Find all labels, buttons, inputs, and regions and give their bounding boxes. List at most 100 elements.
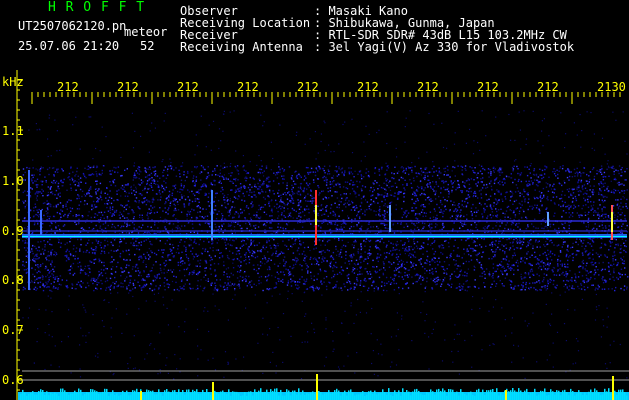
noise-speckle (303, 189, 305, 191)
noise-speckle (387, 206, 389, 208)
noise-speckle (440, 192, 442, 194)
noise-speckle (349, 282, 352, 285)
noise-speckle (124, 280, 126, 282)
noise-speckle (562, 280, 565, 282)
noise-speckle (175, 281, 177, 284)
noise-speckle (547, 249, 549, 252)
noise-speckle (140, 287, 142, 289)
noise-speckle (505, 210, 508, 212)
noise-speckle (587, 195, 590, 198)
noise-speckle (467, 286, 469, 288)
noise-speckle (305, 177, 307, 179)
noise-speckle (117, 166, 120, 168)
noise-speckle (173, 214, 175, 216)
noise-speckle (395, 282, 398, 285)
noise-speckle (436, 280, 438, 282)
noise-speckle (564, 201, 566, 204)
noise-speckle (543, 227, 545, 230)
noise-speckle (575, 276, 577, 279)
noise-speckle (42, 289, 45, 292)
noise-speckle (490, 286, 492, 288)
noise-speckle (289, 200, 291, 202)
noise-speckle (110, 249, 112, 252)
noise-speckle (370, 199, 372, 201)
noise-speckle (149, 168, 151, 170)
noise-speckle (604, 182, 606, 184)
noise-speckle (582, 262, 585, 265)
noise-speckle (611, 241, 613, 243)
noise-speckle (113, 214, 115, 216)
noise-speckle (338, 239, 340, 241)
noise-speckle (501, 266, 503, 268)
noise-speckle (535, 173, 538, 176)
noise-speckle (298, 204, 300, 206)
noise-speckle (258, 282, 260, 285)
noise-speckle (526, 174, 529, 177)
noise-speckle (561, 200, 564, 203)
noise-speckle (326, 205, 328, 207)
noise-speckle (518, 222, 520, 225)
noise-speckle (509, 209, 511, 211)
noise-speckle (417, 172, 420, 175)
noise-speckle (77, 266, 80, 268)
noise-speckle (122, 225, 125, 228)
noise-speckle (110, 184, 112, 186)
noise-speckle (533, 179, 536, 181)
noise-speckle (448, 245, 450, 248)
noise-speckle (602, 213, 604, 216)
noise-speckle (405, 223, 408, 225)
noise-speckle (200, 179, 202, 181)
noise-speckle (383, 267, 385, 269)
noise-speckle (512, 245, 514, 247)
noise-speckle (90, 186, 92, 188)
noise-speckle (566, 176, 569, 179)
noise-speckle (444, 167, 447, 169)
noise-speckle (471, 218, 474, 220)
noise-speckle (67, 214, 69, 217)
noise-speckle (347, 279, 350, 282)
noise-speckle (327, 223, 329, 225)
noise-speckle (193, 240, 196, 242)
noise-speckle (365, 267, 367, 270)
noise-speckle (493, 171, 495, 173)
noise-speckle (316, 263, 318, 265)
noise-speckle (534, 251, 536, 254)
noise-speckle (458, 203, 460, 205)
noise-speckle (344, 171, 346, 174)
noise-speckle (294, 240, 296, 242)
noise-speckle (411, 210, 413, 212)
noise-speckle (322, 240, 324, 242)
noise-speckle (576, 238, 578, 240)
noise-speckle (454, 264, 456, 266)
noise-speckle (353, 272, 356, 274)
noise-speckle (261, 165, 263, 167)
noise-speckle (78, 208, 81, 210)
noise-speckle (226, 196, 228, 199)
noise-speckle (97, 242, 99, 244)
noise-speckle (588, 175, 590, 177)
noise-speckle (251, 191, 253, 194)
noise-speckle (293, 228, 295, 230)
noise-speckle (451, 283, 453, 285)
noise-speckle (414, 224, 416, 227)
noise-speckle (493, 166, 495, 169)
noise-speckle (529, 270, 532, 273)
noise-speckle (343, 226, 345, 228)
noise-speckle (525, 281, 527, 284)
noise-speckle (214, 282, 216, 284)
noise-speckle (415, 245, 418, 247)
noise-speckle (324, 231, 326, 234)
noise-speckle (383, 262, 385, 265)
noise-speckle (265, 165, 268, 167)
noise-speckle (512, 254, 514, 257)
noise-speckle (197, 211, 199, 214)
noise-speckle (315, 258, 317, 260)
noise-speckle (512, 169, 514, 171)
noise-speckle (44, 249, 46, 251)
noise-speckle (147, 168, 149, 170)
noise-speckle (306, 218, 308, 221)
noise-speckle (600, 254, 602, 256)
noise-speckle (248, 194, 250, 196)
noise-speckle (208, 192, 210, 195)
noise-speckle (32, 252, 34, 255)
